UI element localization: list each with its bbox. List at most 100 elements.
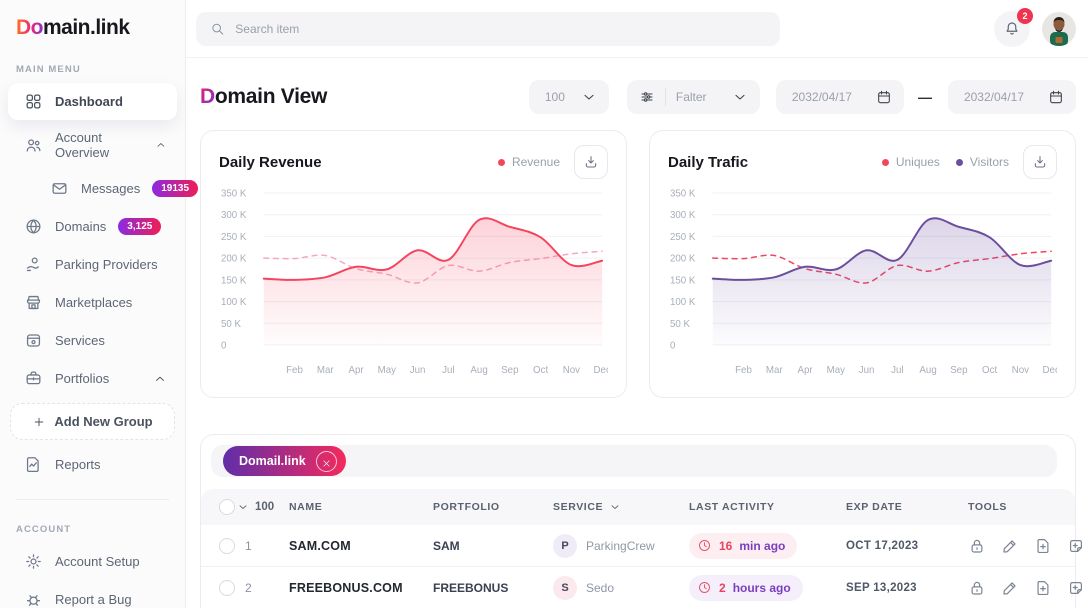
page-size-select[interactable]: 100 xyxy=(529,80,609,114)
chev-down xyxy=(581,89,597,105)
sidebar: Domain.link MAIN MENU DashboardAccount O… xyxy=(0,0,186,608)
date-from-picker[interactable]: 2032/04/17 xyxy=(776,80,904,114)
sidebar-item-domains[interactable]: Domains3,125 xyxy=(8,208,177,245)
service-cell: PParkingCrew xyxy=(553,534,689,558)
legend-item: Uniques xyxy=(882,155,940,169)
sidebar-item-label: Portfolios xyxy=(55,371,109,386)
legend-dot xyxy=(956,159,963,166)
svg-text:200 K: 200 K xyxy=(221,254,247,265)
chev-down xyxy=(732,89,748,105)
report-icon xyxy=(24,455,43,474)
download-button[interactable] xyxy=(574,145,608,179)
note-plus-button[interactable] xyxy=(1067,537,1085,555)
download-button[interactable] xyxy=(1023,145,1057,179)
sidebar-item-label: Reports xyxy=(55,457,101,472)
row-number: 1 xyxy=(245,539,289,553)
service-avatar: S xyxy=(553,576,577,600)
notifications-button[interactable]: 2 xyxy=(994,11,1030,47)
sidebar-item-label: Add New Group xyxy=(54,414,152,429)
svg-text:Apr: Apr xyxy=(348,365,364,376)
note-plus-button[interactable] xyxy=(1067,579,1085,597)
sidebar-item-report-a-bug[interactable]: Report a Bug xyxy=(8,581,177,608)
lock-button[interactable] xyxy=(968,579,986,597)
exp-date: OCT 17,2023 xyxy=(846,540,968,552)
clock-icon xyxy=(697,580,712,595)
sidebar-item-label: Account Setup xyxy=(55,554,140,569)
domain-name[interactable]: SAM.COM xyxy=(289,539,433,553)
avatar[interactable] xyxy=(1042,12,1076,46)
edit-button[interactable] xyxy=(1001,579,1019,597)
logo-rest: main.link xyxy=(43,16,130,39)
chip-close-button[interactable] xyxy=(316,451,337,472)
chev-up xyxy=(153,372,167,386)
sidebar-item-add-new-group[interactable]: Add New Group xyxy=(10,403,175,440)
calendar-icon xyxy=(1048,89,1064,105)
legend-item: Visitors xyxy=(956,155,1009,169)
tools-cell xyxy=(968,537,1085,555)
service-name: ParkingCrew xyxy=(586,539,655,553)
lock-button[interactable] xyxy=(968,537,986,555)
sidebar-item-label: Services xyxy=(55,333,105,348)
calendar xyxy=(1048,89,1064,105)
table-header: 100 NAME PORTFOLIO SERVICE LAST ACTIVITY… xyxy=(201,489,1075,525)
svg-text:Mar: Mar xyxy=(317,365,334,376)
chevron-up-icon[interactable] xyxy=(155,138,167,152)
table-row[interactable]: 1SAM.COMSAMPParkingCrew16min agoOCT 17,2… xyxy=(201,525,1075,567)
chev-down xyxy=(237,501,249,513)
svg-text:Jul: Jul xyxy=(442,365,454,376)
domain-name[interactable]: FREEBONUS.COM xyxy=(289,581,433,595)
date-from-value: 2032/04/17 xyxy=(792,90,852,104)
grid-icon xyxy=(24,92,43,111)
sidebar-item-account-overview[interactable]: Account Overview xyxy=(8,121,177,169)
main-area: 2 Domain View 100 xyxy=(186,0,1088,608)
x xyxy=(322,459,331,468)
svg-text:Feb: Feb xyxy=(286,365,303,376)
sidebar-item-label: Domains xyxy=(55,219,106,234)
svg-text:Oct: Oct xyxy=(982,365,997,376)
sidebar-item-services[interactable]: Services xyxy=(8,322,177,359)
svg-text:Sep: Sep xyxy=(950,365,968,376)
sidebar-item-reports[interactable]: Reports xyxy=(8,446,177,483)
date-to-picker[interactable]: 2032/04/17 xyxy=(948,80,1076,114)
plus-icon xyxy=(32,415,46,429)
svg-text:Oct: Oct xyxy=(533,365,548,376)
rows-per-page-header[interactable]: 100 xyxy=(237,501,289,513)
portfolio-name: FREEBONUS xyxy=(433,581,553,595)
sidebar-item-marketplaces[interactable]: Marketplaces xyxy=(8,284,177,321)
row-checkbox[interactable] xyxy=(219,538,235,554)
page-title-accent: D xyxy=(200,85,215,108)
search-icon xyxy=(210,21,225,37)
sidebar-item-parking-providers[interactable]: Parking Providers xyxy=(8,246,177,283)
svg-text:Aug: Aug xyxy=(919,365,936,376)
sidebar-item-portfolios[interactable]: Portfolios xyxy=(8,360,177,397)
sidebar-item-messages[interactable]: Messages19135 xyxy=(8,170,177,207)
bug-icon xyxy=(24,590,43,608)
rows-per-page-value: 100 xyxy=(255,501,274,513)
filter-chip[interactable]: Domail.link xyxy=(223,446,346,476)
search-bar[interactable] xyxy=(196,12,780,46)
filter-label: Falter xyxy=(676,90,722,104)
file-plus-button[interactable] xyxy=(1034,579,1052,597)
chevron-up-icon[interactable] xyxy=(153,372,167,386)
svg-text:Sep: Sep xyxy=(501,365,519,376)
select-all-checkbox[interactable] xyxy=(219,499,235,515)
chevron-down-icon xyxy=(732,89,748,105)
search-input[interactable] xyxy=(235,22,766,36)
column-header-service[interactable]: SERVICE xyxy=(553,501,689,513)
svg-text:350 K: 350 K xyxy=(221,188,247,199)
sidebar-item-dashboard[interactable]: Dashboard xyxy=(8,83,177,120)
sidebar-item-account-setup[interactable]: Account Setup xyxy=(8,543,177,580)
svg-text:200 K: 200 K xyxy=(670,254,696,265)
table-row[interactable]: 2FREEBONUS.COMFREEBONUSSSedo2hours agoSE… xyxy=(201,567,1075,608)
chevron-down-icon xyxy=(581,89,597,105)
chart-legend: Uniques Visitors xyxy=(882,155,1009,169)
filter-dropdown[interactable]: Falter xyxy=(627,80,760,114)
chart-card-1: Daily TraficUniquesVisitors050 K100 K150… xyxy=(649,130,1076,398)
main-menu: DashboardAccount OverviewMessages19135Do… xyxy=(0,83,185,483)
svg-text:Apr: Apr xyxy=(797,365,813,376)
row-checkbox[interactable] xyxy=(219,580,235,596)
file-plus-button[interactable] xyxy=(1034,537,1052,555)
edit-button[interactable] xyxy=(1001,537,1019,555)
last-activity-badge: 16min ago xyxy=(689,533,797,559)
users-icon xyxy=(24,136,43,155)
